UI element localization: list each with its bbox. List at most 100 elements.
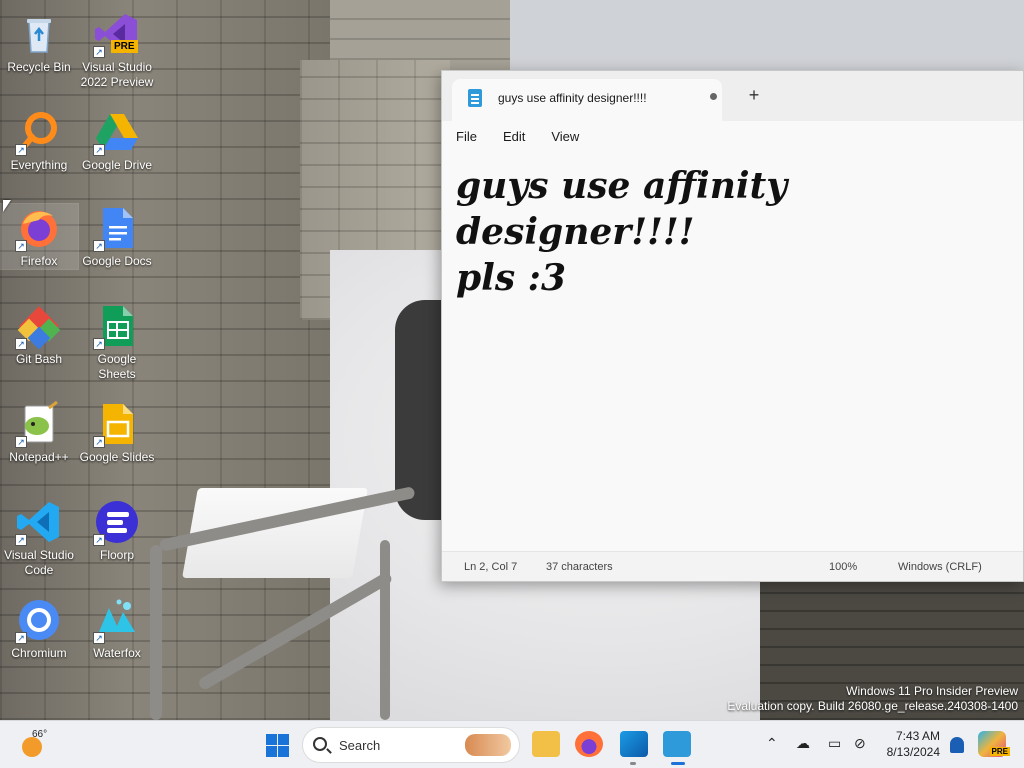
shortcut-arrow-icon: ↗ [15, 240, 27, 252]
watermark-line-1: Windows 11 Pro Insider Preview [846, 684, 1018, 698]
notepad-titlebar[interactable]: guys use affinity designer!!!! + [442, 71, 1023, 121]
desktop-icon-label: Git Bash [15, 352, 63, 366]
file-explorer-icon[interactable] [532, 731, 560, 757]
desktop-icon-label: Everything [10, 158, 68, 172]
shortcut-arrow-icon: ↗ [15, 632, 27, 644]
clock-date: 8/13/2024 [886, 745, 940, 759]
shortcut-arrow-icon: ↗ [93, 632, 105, 644]
shortcut-arrow-icon: ↗ [93, 46, 105, 58]
taskbar: 66° Search ⌃ ☁ ▭ ⊘ 7:43 AM 8/13/2024 PRE [0, 720, 1024, 768]
status-line-ending[interactable]: Windows (CRLF) [898, 561, 982, 573]
clock-time: 7:43 AM [895, 729, 940, 743]
chromium-icon: ↗ [15, 596, 63, 644]
desktop-icon-label: Floorp [99, 548, 134, 562]
desktop-icon-label: Visual Studio 2022 Preview [80, 60, 154, 89]
desktop-icon-visual-studio-preview[interactable]: ↗ PRE Visual Studio 2022 Preview [78, 10, 156, 90]
shortcut-arrow-icon: ↗ [15, 338, 27, 350]
firefox-icon: ↗ [15, 204, 63, 252]
desktop-icon-recycle-bin[interactable]: Recycle Bin [0, 10, 78, 75]
notepad-tab[interactable]: guys use affinity designer!!!! [452, 79, 722, 121]
desktop-icon-notepad-plus-plus[interactable]: ↗ Notepad++ [0, 400, 78, 465]
mouse-cursor-icon [3, 200, 11, 212]
weather-temperature: 66° [32, 729, 48, 740]
network-icon[interactable]: ▭ [828, 735, 841, 752]
desktop-icon-google-slides[interactable]: ↗ Google Slides [78, 400, 156, 465]
preview-badge: PRE [111, 40, 138, 53]
shortcut-arrow-icon: ↗ [93, 144, 105, 156]
windows-watermark: Windows 11 Pro Insider Preview Evaluatio… [727, 684, 1018, 714]
unsaved-dot-icon[interactable] [710, 93, 717, 100]
shortcut-arrow-icon: ↗ [15, 436, 27, 448]
desktop-icon-floorp[interactable]: ↗ Floorp [78, 498, 156, 563]
desktop-icon-chromium[interactable]: ↗ Chromium [0, 596, 78, 661]
desktop-icon-label: Google Drive [81, 158, 153, 172]
notepad-icon [468, 89, 482, 107]
notepad-editor[interactable]: guys use affinity designer!!!! pls :3 [442, 163, 1023, 553]
menu-file[interactable]: File [456, 129, 477, 144]
shortcut-arrow-icon: ↗ [93, 240, 105, 252]
desktop-icon-vscode[interactable]: ↗ Visual Studio Code [0, 498, 78, 578]
weather-sun-icon [22, 737, 42, 757]
recycle-bin-icon [15, 10, 63, 58]
shortcut-arrow-icon: ↗ [15, 534, 27, 546]
google-sheets-icon: ↗ [93, 302, 141, 350]
search-placeholder: Search [339, 738, 381, 753]
desktop-icon-google-sheets[interactable]: ↗ Google Sheets [78, 302, 156, 382]
google-drive-icon: ↗ [93, 108, 141, 156]
search-icon [313, 737, 327, 751]
notepad-text-content[interactable]: guys use affinity designer!!!! pls :3 [456, 163, 1009, 301]
desktop-icon-label: Google Docs [82, 254, 152, 268]
menu-edit[interactable]: Edit [503, 129, 525, 144]
volume-muted-icon[interactable]: ⊘ [854, 735, 866, 752]
notepad-plus-plus-icon: ↗ [15, 400, 63, 448]
visual-studio-preview-icon: ↗ PRE [93, 10, 141, 58]
google-docs-icon: ↗ [93, 204, 141, 252]
google-slides-icon: ↗ [93, 400, 141, 448]
new-tab-plus-icon[interactable]: + [742, 83, 766, 107]
shortcut-arrow-icon: ↗ [93, 338, 105, 350]
desktop-icon-label: Firefox [20, 254, 58, 268]
shortcut-arrow-icon: ↗ [93, 534, 105, 546]
desktop-icon-google-docs[interactable]: ↗ Google Docs [78, 204, 156, 269]
taskbar-search-box[interactable]: Search [302, 727, 520, 763]
active-indicator [671, 762, 685, 765]
everything-search-icon: ↗ [15, 108, 63, 156]
desktop-icon-label: Waterfox [93, 646, 141, 660]
git-bash-icon: ↗ [15, 302, 63, 350]
affinity-designer-icon[interactable] [620, 731, 648, 765]
running-indicator [630, 762, 636, 765]
notepad-window: guys use affinity designer!!!! + File Ed… [441, 70, 1024, 582]
status-character-count: 37 characters [546, 561, 613, 573]
notepad-tab-title: guys use affinity designer!!!! [498, 91, 647, 105]
floorp-icon: ↗ [93, 498, 141, 546]
menu-view[interactable]: View [551, 129, 579, 144]
onedrive-offline-icon[interactable]: ☁ [796, 735, 810, 752]
desktop-icon-waterfox[interactable]: ↗ Waterfox [78, 596, 156, 661]
notepad-menubar: File Edit View [442, 121, 1023, 151]
desktop-icon-label: Chromium [11, 646, 67, 660]
waterfox-icon: ↗ [93, 596, 141, 644]
desktop-icon-label: Recycle Bin [7, 60, 71, 74]
status-cursor-position: Ln 2, Col 7 [464, 561, 518, 573]
status-zoom[interactable]: 100% [829, 561, 857, 573]
notepad-taskbar-icon[interactable] [663, 731, 691, 765]
vscode-icon: ↗ [15, 498, 63, 546]
shortcut-arrow-icon: ↗ [15, 144, 27, 156]
desktop-icon-everything[interactable]: ↗ Everything [0, 108, 78, 173]
firefox-taskbar-icon[interactable] [575, 731, 603, 757]
desktop-icon-firefox[interactable]: ↗ Firefox [0, 203, 79, 270]
notification-bell-icon[interactable] [950, 737, 964, 753]
copilot-preview-badge: PRE [989, 747, 1010, 756]
shortcut-arrow-icon: ↗ [93, 436, 105, 448]
wallpaper-sky [500, 0, 1024, 70]
desktop-icon-label: Notepad++ [9, 450, 69, 464]
desktop-icon-git-bash[interactable]: ↗ Git Bash [0, 302, 78, 367]
show-hidden-icons-chevron-up-icon[interactable]: ⌃ [766, 735, 778, 752]
desktop-icon-label: Visual Studio Code [4, 548, 74, 577]
taskbar-clock[interactable]: 7:43 AM 8/13/2024 [887, 728, 940, 760]
desktop-icon-label: Google Sheets [97, 352, 137, 381]
start-button[interactable] [262, 729, 294, 761]
notepad-statusbar: Ln 2, Col 7 37 characters 100% Windows (… [442, 551, 1023, 581]
desktop-icon-google-drive[interactable]: ↗ Google Drive [78, 108, 156, 173]
desktop-icon-label: Google Slides [79, 450, 155, 464]
